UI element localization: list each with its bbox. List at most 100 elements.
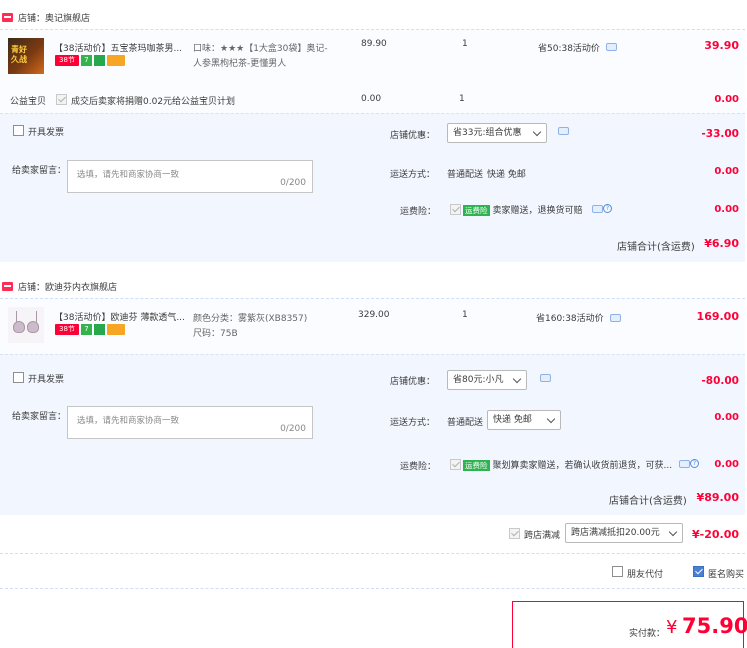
product-thumbnail[interactable]: 青好 久战 (8, 38, 44, 74)
order-block: 青好 久战 【38活动价】五宝茶玛咖茶男... 38节 7 口味：★★★【1大盒3… (0, 29, 745, 262)
promo-38-badge: 38节 (55, 55, 79, 66)
shop-header: 店铺：奥记旗舰店 (0, 5, 747, 29)
seven-day-return-icon: 7 (81, 324, 92, 335)
subtotal-label: 店铺合计(含运费) (617, 242, 695, 253)
charity-row: 公益宝贝 成交后卖家将捐赠0.02元给公益宝贝计划 0.00 1 0.00 (0, 86, 745, 112)
order-block: 【38活动价】欧迪芬 薄款透气... 38节 7 颜色分类：雾紫灰(XB8357)… (0, 298, 745, 515)
quantity: 1 (462, 39, 468, 49)
item-tags: 38节 7 (55, 324, 127, 335)
chevron-down-icon (512, 374, 522, 384)
friend-pay-label: 朋友代付 (627, 570, 664, 580)
insurance-amount: 0.00 (714, 459, 739, 470)
payment-summary: 实付款： ¥ 75.90 (512, 601, 747, 648)
cross-store-select[interactable]: 跨店满减抵扣20.00元 (565, 523, 683, 543)
unit-price: 329.00 (358, 310, 390, 320)
extra-options-row: 朋友代付 匿名购买 (0, 555, 745, 589)
subtotal-amount: ¥6.90 (704, 237, 739, 250)
item-attr: 尺码：75B (193, 329, 238, 339)
invoice-label: 开具发票 (28, 128, 65, 138)
shop-icon (2, 281, 13, 291)
anonymous-checkbox[interactable] (693, 566, 704, 577)
anonymous-label: 匿名购买 (708, 570, 745, 580)
chevron-down-icon (668, 527, 678, 537)
friend-pay-checkbox[interactable] (612, 566, 623, 577)
item-title[interactable]: 【38活动价】欧迪芬 薄款透气... (54, 310, 185, 323)
promo-text: 省50:38活动价 (538, 44, 600, 54)
shipping-option: 快递 免邮 (487, 170, 526, 180)
message-input[interactable]: 选填，请先和商家协商一致 0/200 (67, 160, 313, 193)
insurance-label: 运费险： (400, 462, 437, 472)
item-title[interactable]: 【38活动价】五宝茶玛咖茶男... (54, 41, 182, 54)
chat-icon[interactable] (540, 374, 551, 382)
chat-icon[interactable] (558, 127, 569, 135)
shipping-method: 普通配送 (447, 418, 484, 428)
discount-label: 店铺优惠： (390, 377, 436, 387)
chat-icon[interactable] (606, 43, 617, 51)
invoice-checkbox[interactable] (13, 125, 24, 136)
shipping-method: 普通配送 (447, 170, 484, 180)
cross-store-row: 跨店满减 跨店满减抵扣20.00元 ¥-20.00 (0, 516, 745, 554)
shipping-option: 快递 免邮 (493, 415, 532, 425)
item-tags: 38节 7 (55, 55, 127, 66)
chevron-down-icon (546, 414, 556, 424)
message-count: 0/200 (280, 178, 306, 188)
shop-icon (2, 12, 13, 22)
discount-select[interactable]: 省33元:组合优惠 (447, 123, 547, 143)
certified-icon (94, 55, 105, 66)
insurance-desc: 卖家赠送，退换货可赔 (492, 206, 583, 216)
shipping-select[interactable]: 快递 免邮 (487, 410, 561, 430)
insurance-info: 运费险 聚划算卖家赠送，若确认收货前退货，可获... (463, 458, 672, 471)
promo-38-badge: 38节 (55, 324, 79, 335)
chat-icon[interactable] (679, 460, 690, 468)
message-placeholder: 选填，请先和商家协商一致 (77, 416, 180, 426)
order-options: 开具发票 给卖家留言： 选填，请先和商家协商一致 0/200 店铺优惠： 省80… (0, 354, 745, 515)
item-row: 青好 久战 【38活动价】五宝茶玛咖茶男... 38节 7 口味：★★★【1大盒3… (0, 30, 745, 86)
chat-icon[interactable] (610, 314, 621, 322)
insurance-checkbox[interactable] (450, 204, 461, 215)
pay-amount: 75.90 (682, 614, 747, 638)
shop-name[interactable]: 店铺：奥记旗舰店 (18, 11, 90, 24)
product-thumbnail[interactable] (8, 307, 44, 343)
help-icon[interactable]: ? (603, 204, 612, 213)
unit-price: 89.90 (361, 39, 387, 49)
invoice-checkbox[interactable] (13, 372, 24, 383)
discount-value: 省80元:小凡 (453, 375, 504, 385)
item-attr: 颜色分类：雾紫灰(XB8357) (193, 314, 308, 324)
charity-desc: 成交后卖家将捐赠0.02元给公益宝贝计划 (71, 97, 236, 107)
certified-icon (94, 324, 105, 335)
cross-store-amount: ¥-20.00 (691, 528, 739, 541)
order-options: 开具发票 给卖家留言： 选填，请先和商家协商一致 0/200 店铺优惠： 省33… (0, 113, 745, 262)
thumbnail-text: 青好 久战 (11, 45, 27, 64)
shipping-amount: 0.00 (714, 166, 739, 177)
chat-icon[interactable] (592, 205, 603, 213)
discount-amount: -80.00 (701, 375, 739, 387)
insurance-checkbox[interactable] (450, 459, 461, 470)
discount-amount: -33.00 (701, 128, 739, 140)
item-attr: 人参黑枸杞茶-更懂男人 (193, 59, 287, 69)
discount-select[interactable]: 省80元:小凡 (447, 370, 527, 390)
cross-store-label: 跨店满减 (524, 531, 561, 541)
credit-card-icon (107, 324, 125, 335)
pay-label: 实付款： (629, 629, 666, 639)
shop-name[interactable]: 店铺：欧迪芬内衣旗舰店 (18, 280, 117, 293)
item-attr: 口味：★★★【1大盒30袋】奥记- (193, 44, 328, 54)
insurance-desc: 聚划算卖家赠送，若确认收货前退货，可获... (492, 461, 673, 471)
discount-label: 店铺优惠： (390, 131, 436, 141)
cross-store-checkbox[interactable] (509, 528, 520, 539)
help-icon[interactable]: ? (690, 459, 699, 468)
item-row: 【38活动价】欧迪芬 薄款透气... 38节 7 颜色分类：雾紫灰(XB8357)… (0, 299, 745, 353)
insurance-tag: 运费险 (463, 460, 490, 471)
quantity: 1 (462, 310, 468, 320)
item-total: 169.00 (696, 310, 739, 323)
charity-checkbox[interactable] (56, 94, 67, 105)
message-input[interactable]: 选填，请先和商家协商一致 0/200 (67, 406, 313, 439)
shop-header: 店铺：欧迪芬内衣旗舰店 (0, 274, 747, 298)
seven-day-return-icon: 7 (81, 55, 92, 66)
insurance-tag: 运费险 (463, 205, 490, 216)
shipping-label: 运送方式： (390, 418, 436, 428)
subtotal-label: 店铺合计(含运费) (609, 496, 687, 507)
message-placeholder: 选填，请先和商家协商一致 (77, 170, 180, 180)
discount-value: 省33元:组合优惠 (453, 128, 522, 138)
message-label: 给卖家留言： (12, 412, 67, 422)
shipping-amount: 0.00 (714, 412, 739, 423)
